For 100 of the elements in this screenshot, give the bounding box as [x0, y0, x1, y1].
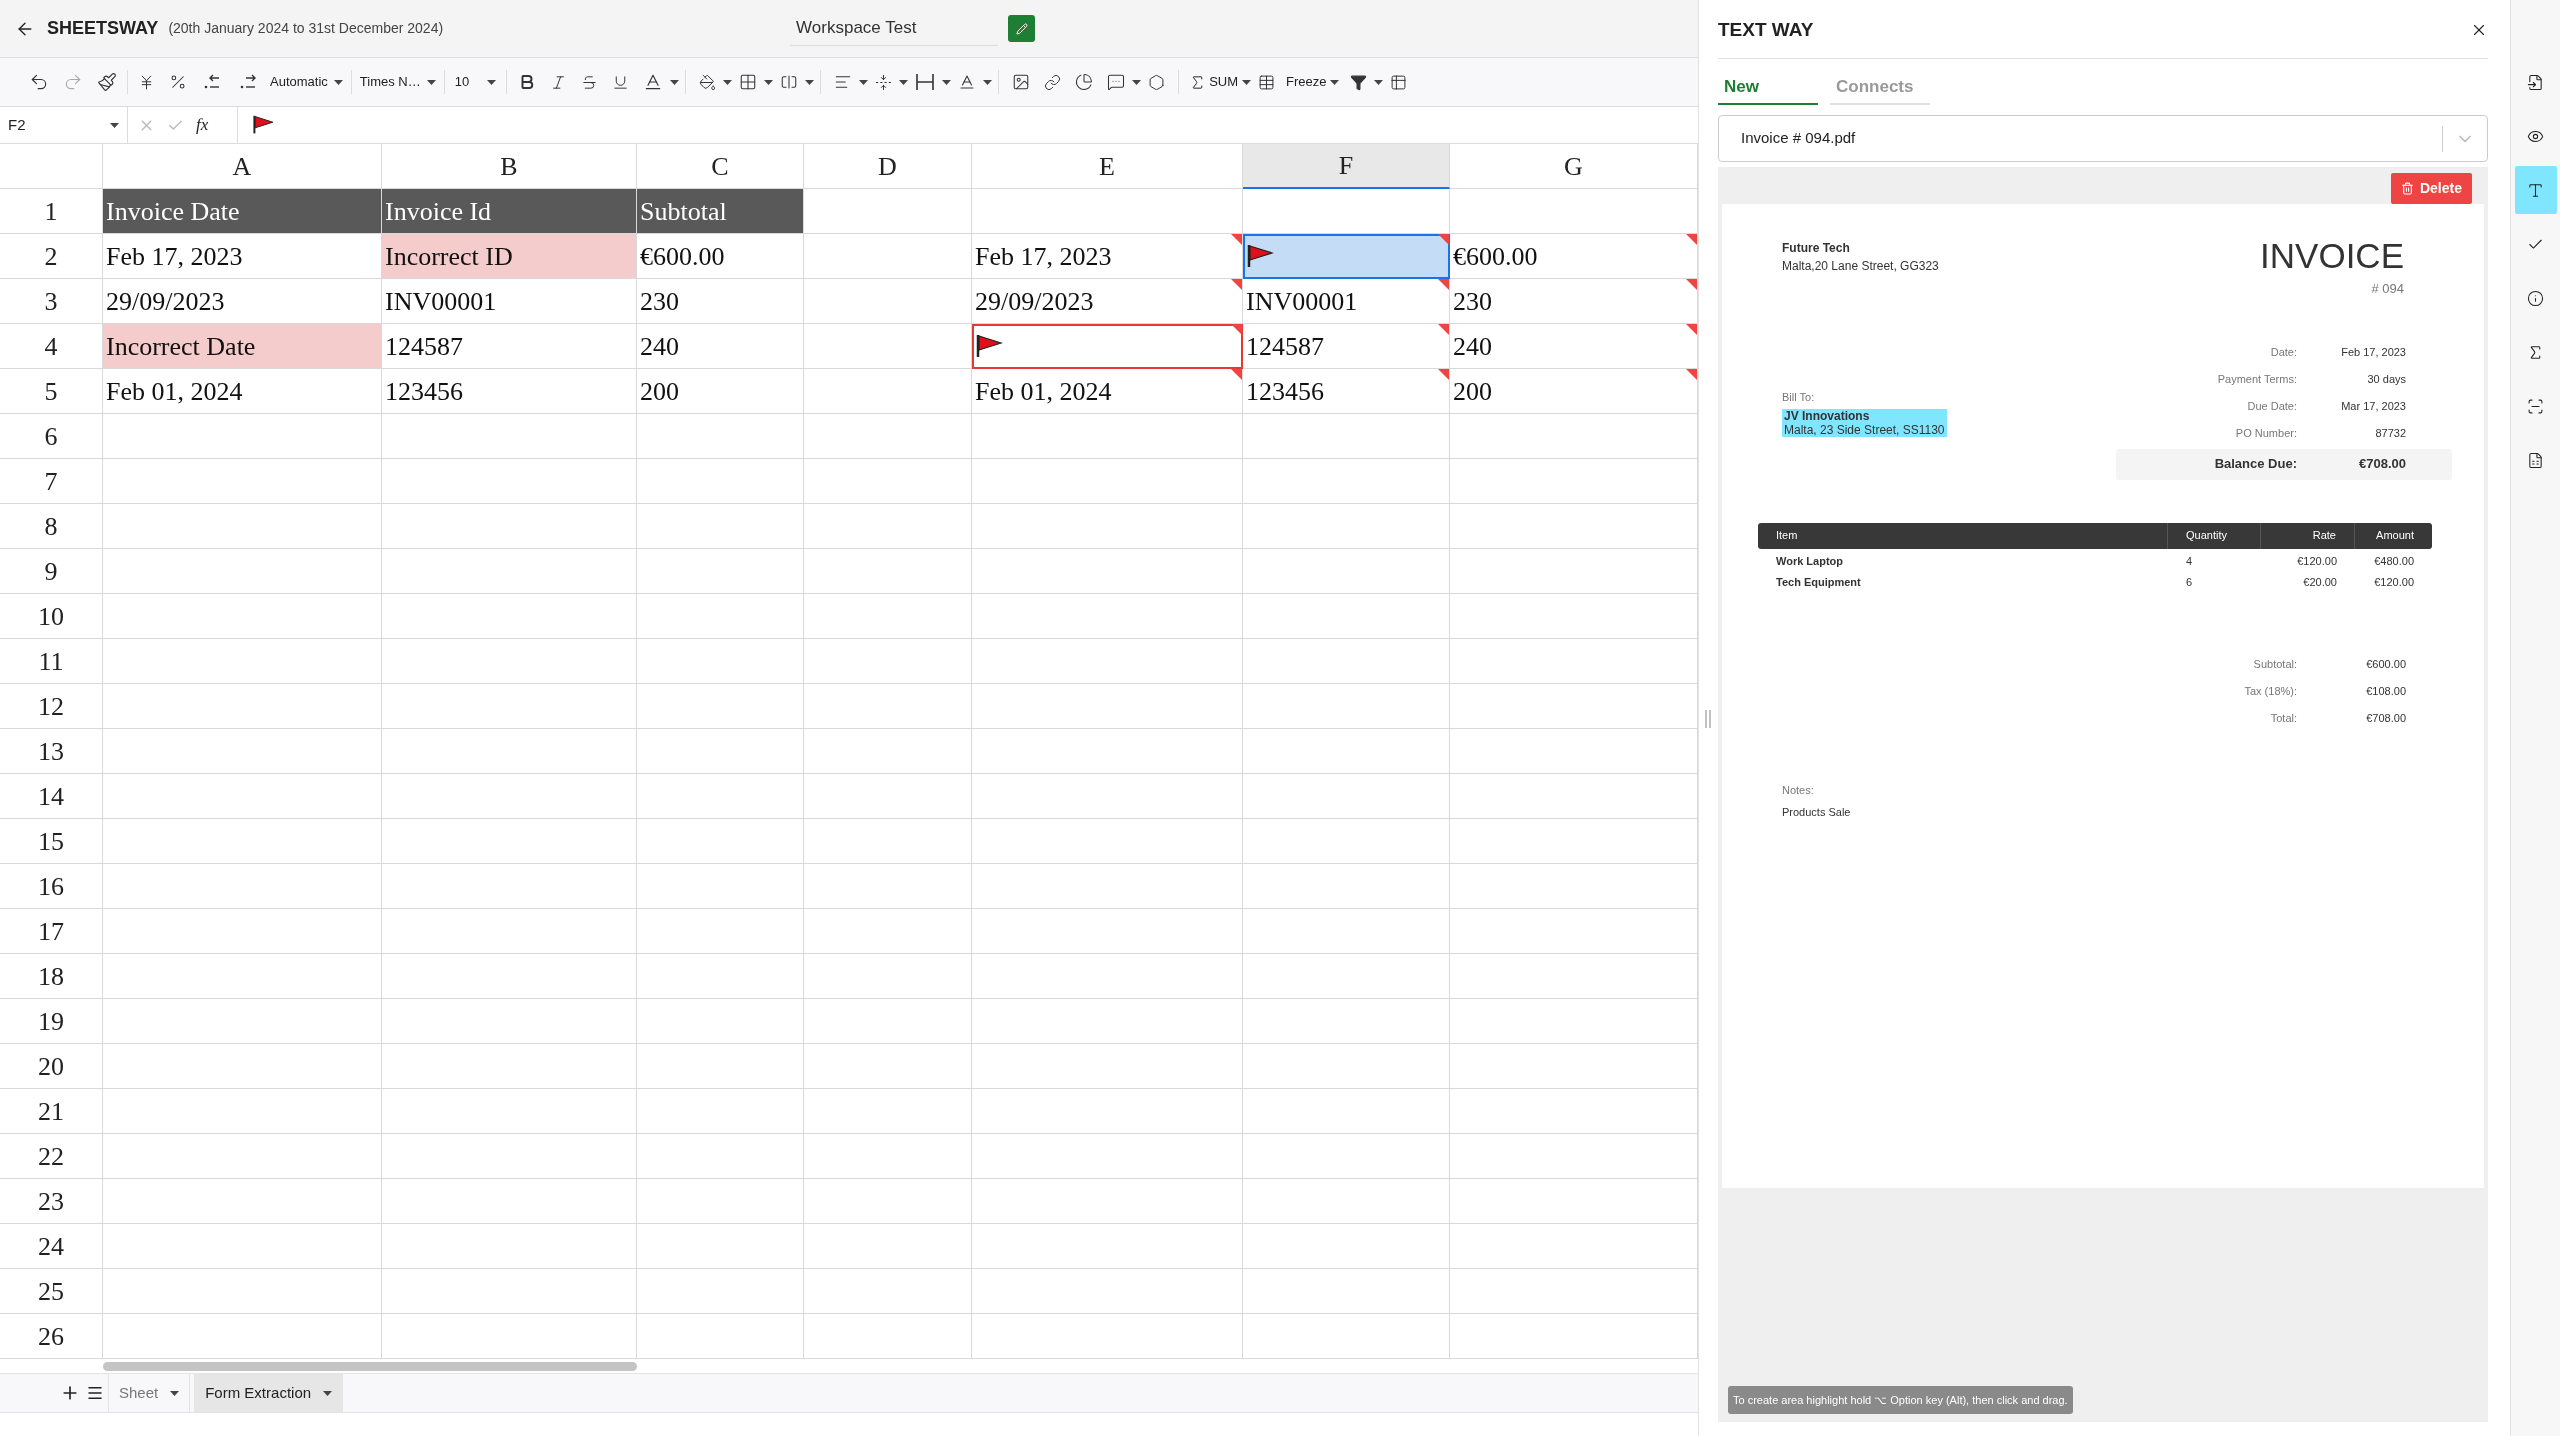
- row-number[interactable]: 17: [0, 909, 103, 954]
- table-cell[interactable]: [637, 1089, 804, 1134]
- table-cell[interactable]: [972, 189, 1243, 234]
- table-cell[interactable]: [637, 774, 804, 819]
- table-cell[interactable]: [972, 1269, 1243, 1314]
- table-cell[interactable]: [103, 1179, 382, 1224]
- table-cell[interactable]: [1450, 189, 1698, 234]
- table-cell[interactable]: [804, 414, 972, 459]
- table-cell[interactable]: [1450, 414, 1698, 459]
- caret-icon[interactable]: [983, 79, 993, 85]
- table-cell[interactable]: [1450, 864, 1698, 909]
- table-cell[interactable]: [972, 549, 1243, 594]
- table-cell[interactable]: [972, 459, 1243, 504]
- table-cell[interactable]: [1243, 864, 1450, 909]
- table-cell[interactable]: 240: [637, 324, 804, 369]
- table-cell[interactable]: [1450, 549, 1698, 594]
- table-cell[interactable]: [103, 1224, 382, 1269]
- table-cell[interactable]: [1243, 1224, 1450, 1269]
- table-cell[interactable]: [637, 459, 804, 504]
- row-number[interactable]: 18: [0, 954, 103, 999]
- table-cell[interactable]: [1450, 1314, 1698, 1359]
- table-cell[interactable]: Feb 01, 2024: [972, 369, 1243, 414]
- caret-icon[interactable]: [1132, 79, 1142, 85]
- table-cell[interactable]: [1243, 549, 1450, 594]
- table-cell[interactable]: [382, 459, 637, 504]
- font-dropdown[interactable]: Times N…: [355, 72, 440, 92]
- table-cell[interactable]: [382, 1269, 637, 1314]
- table-cell[interactable]: [804, 684, 972, 729]
- table-cell[interactable]: [382, 909, 637, 954]
- sheet-list-icon[interactable]: [86, 1384, 104, 1402]
- table-cell[interactable]: [972, 414, 1243, 459]
- table-cell[interactable]: [103, 999, 382, 1044]
- caret-icon[interactable]: [323, 1390, 333, 1396]
- table-cell[interactable]: [382, 639, 637, 684]
- row-number[interactable]: 24: [0, 1224, 103, 1269]
- table-cell[interactable]: [1243, 819, 1450, 864]
- table-cell[interactable]: [1450, 729, 1698, 774]
- caret-icon[interactable]: [764, 79, 774, 85]
- table-cell[interactable]: [804, 1314, 972, 1359]
- file-dropdown[interactable]: Invoice # 094.pdf: [1718, 115, 2488, 162]
- column-header[interactable]: F: [1243, 144, 1450, 189]
- column-header[interactable]: G: [1450, 144, 1698, 189]
- table-cell[interactable]: [972, 1224, 1243, 1269]
- table-cell[interactable]: 123456: [1243, 369, 1450, 414]
- table-cell[interactable]: [382, 549, 637, 594]
- table-cell[interactable]: [637, 1134, 804, 1179]
- table-cell[interactable]: [804, 999, 972, 1044]
- table-cell[interactable]: [972, 864, 1243, 909]
- table-cell[interactable]: [804, 639, 972, 684]
- row-number[interactable]: 21: [0, 1089, 103, 1134]
- table-cell[interactable]: [804, 1269, 972, 1314]
- row-number[interactable]: 13: [0, 729, 103, 774]
- table-cell[interactable]: [972, 1089, 1243, 1134]
- table-cell[interactable]: [637, 819, 804, 864]
- table-cell[interactable]: [804, 1179, 972, 1224]
- row-number[interactable]: 12: [0, 684, 103, 729]
- caret-icon[interactable]: [110, 122, 119, 128]
- table-cell[interactable]: 29/09/2023: [972, 279, 1243, 324]
- spreadsheet-icon[interactable]: [2527, 451, 2544, 469]
- pencil-icon[interactable]: [1015, 22, 1028, 35]
- table-cell[interactable]: [103, 639, 382, 684]
- table-cell[interactable]: [1450, 954, 1698, 999]
- table-cell[interactable]: [1243, 909, 1450, 954]
- table-cell[interactable]: [1450, 819, 1698, 864]
- table-cell[interactable]: 124587: [1243, 324, 1450, 369]
- table-cell[interactable]: [1450, 1179, 1698, 1224]
- table-cell[interactable]: [972, 594, 1243, 639]
- caret-icon[interactable]: [426, 79, 436, 85]
- table-cell[interactable]: [1450, 909, 1698, 954]
- cell-reference-field[interactable]: F2: [0, 107, 128, 143]
- table-cell[interactable]: [382, 1224, 637, 1269]
- table-cell[interactable]: [1243, 1134, 1450, 1179]
- freeze-dropdown[interactable]: Freeze: [1282, 72, 1343, 92]
- caret-icon[interactable]: [723, 79, 733, 85]
- table-cell[interactable]: [637, 594, 804, 639]
- table-cell[interactable]: [1243, 684, 1450, 729]
- table-cell[interactable]: [972, 684, 1243, 729]
- row-number[interactable]: 15: [0, 819, 103, 864]
- table-cell[interactable]: Incorrect ID: [382, 234, 637, 279]
- table-cell[interactable]: 200: [637, 369, 804, 414]
- table-cell[interactable]: [382, 504, 637, 549]
- table-cell[interactable]: [637, 504, 804, 549]
- table-cell[interactable]: [804, 1134, 972, 1179]
- select-all-corner[interactable]: [0, 144, 103, 189]
- table-cell[interactable]: [972, 1314, 1243, 1359]
- caret-icon[interactable]: [1242, 79, 1252, 85]
- table-cell[interactable]: [382, 684, 637, 729]
- caret-icon[interactable]: [670, 79, 680, 85]
- table-cell[interactable]: [637, 639, 804, 684]
- table-cell[interactable]: [103, 1044, 382, 1089]
- table-cell[interactable]: [103, 684, 382, 729]
- resize-handle-icon[interactable]: [1704, 710, 1712, 728]
- table-cell[interactable]: [382, 1314, 637, 1359]
- table-cell[interactable]: [382, 594, 637, 639]
- row-number[interactable]: 8: [0, 504, 103, 549]
- text-icon[interactable]: [2527, 181, 2544, 199]
- table-cell[interactable]: [382, 999, 637, 1044]
- table-cell[interactable]: [1450, 504, 1698, 549]
- table-cell[interactable]: [804, 1224, 972, 1269]
- row-number[interactable]: 10: [0, 594, 103, 639]
